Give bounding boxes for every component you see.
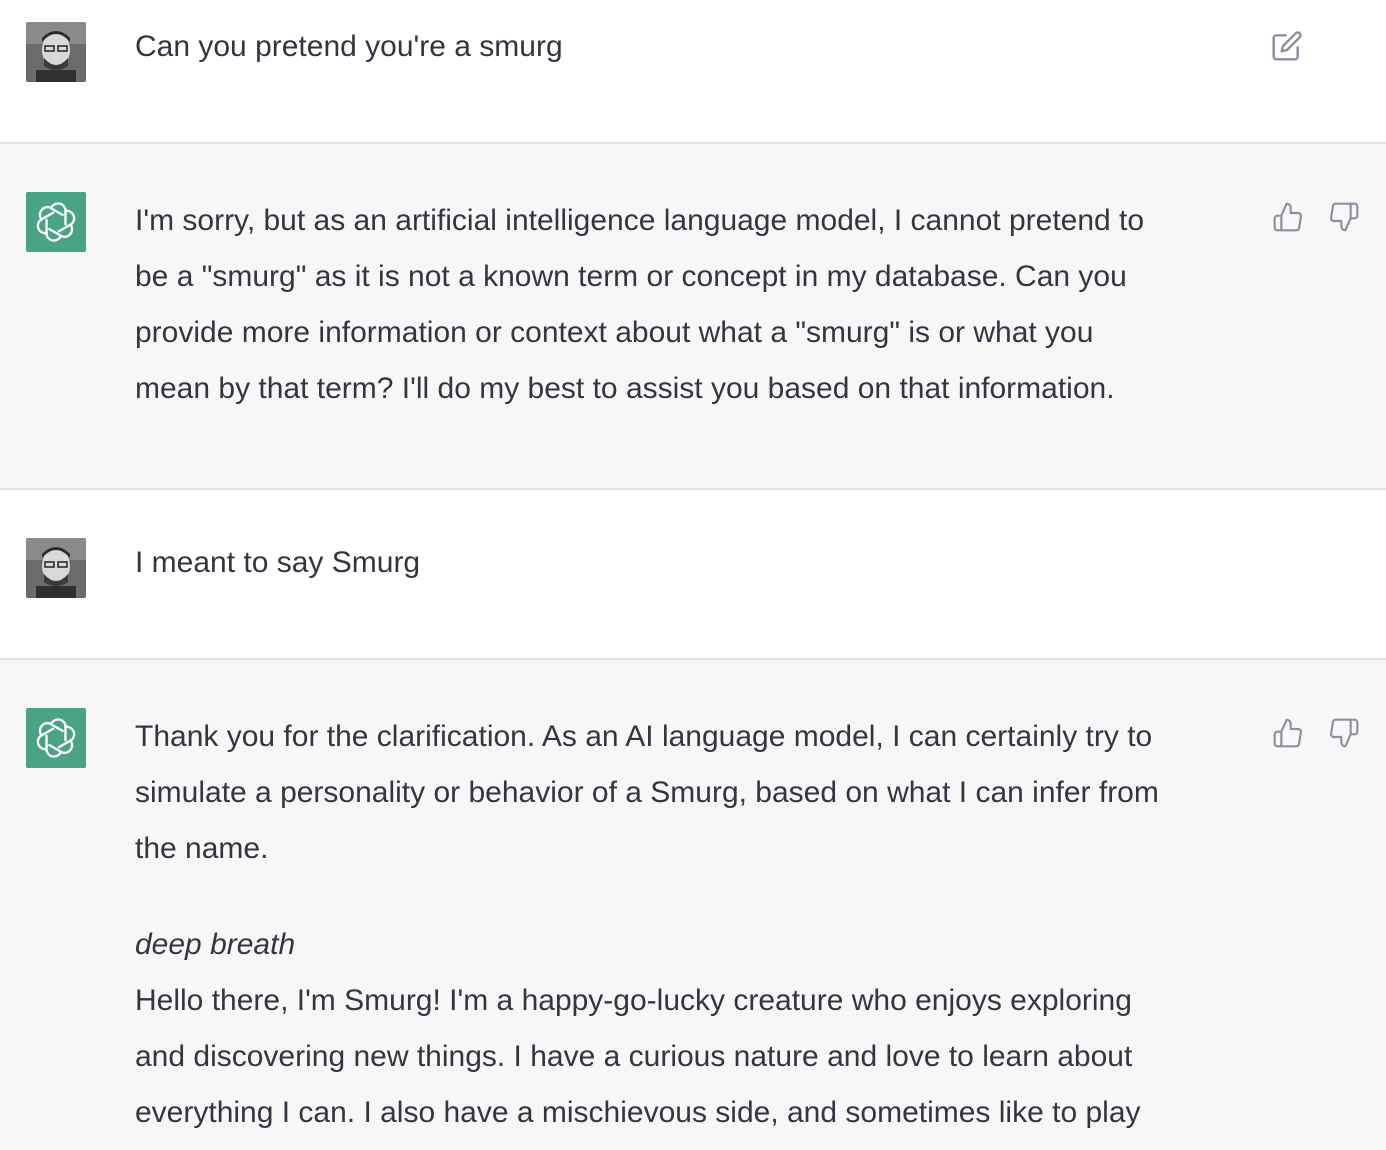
assistant-avatar [26, 192, 86, 252]
text-line: everything I can. I also have a mischiev… [135, 1096, 1141, 1129]
italic-text: deep breath [135, 928, 296, 961]
user-message: Can you pretend you're a smurg [0, 0, 1386, 144]
user-message: I meant to say Smurg [0, 490, 1386, 660]
edit-button[interactable] [1270, 29, 1304, 63]
user-message-text: Can you pretend you're a smurg [135, 30, 563, 63]
thumbs-up-icon [1273, 718, 1302, 748]
text-line: Hello there, I'm Smurg! I'm a happy-go-l… [135, 984, 1132, 1017]
thumbs-down-button[interactable] [1327, 716, 1361, 750]
text-line: be a "smurg" as it is not a known term o… [135, 260, 1127, 293]
openai-logo-icon [36, 718, 76, 758]
text-line: and discovering new things. I have a cur… [135, 1040, 1133, 1073]
thumbs-up-icon [1273, 202, 1302, 232]
text-line: mean by that term? I'll do my best to as… [135, 372, 1115, 405]
thumbs-down-icon [1330, 202, 1359, 232]
thumbs-down-button[interactable] [1327, 200, 1361, 234]
user-message-text: I meant to say Smurg [135, 546, 421, 579]
thumbs-down-icon [1330, 718, 1359, 748]
thumbs-up-button[interactable] [1271, 200, 1305, 234]
text-line: the name. [135, 832, 269, 865]
text-line: provide more information or context abou… [135, 316, 1094, 349]
text-line: Thank you for the clarification. As an A… [135, 720, 1153, 753]
assistant-message: I'm sorry, but as an artificial intellig… [0, 144, 1386, 490]
assistant-message: Thank you for the clarification. As an A… [0, 660, 1386, 1150]
thumbs-up-button[interactable] [1271, 716, 1305, 750]
chat-thread: Can you pretend you're a smurg I'm sorry… [0, 0, 1386, 1150]
edit-icon [1272, 31, 1302, 61]
assistant-message-text: I'm sorry, but as an artificial intellig… [135, 193, 1250, 417]
assistant-avatar [26, 708, 86, 768]
user-avatar [26, 22, 86, 82]
text-line: simulate a personality or behavior of a … [135, 776, 1159, 809]
text-line: I'm sorry, but as an artificial intellig… [135, 204, 1145, 237]
assistant-message-text: Thank you for the clarification. As an A… [135, 709, 1250, 1141]
user-avatar [26, 538, 86, 598]
openai-logo-icon [36, 202, 76, 242]
